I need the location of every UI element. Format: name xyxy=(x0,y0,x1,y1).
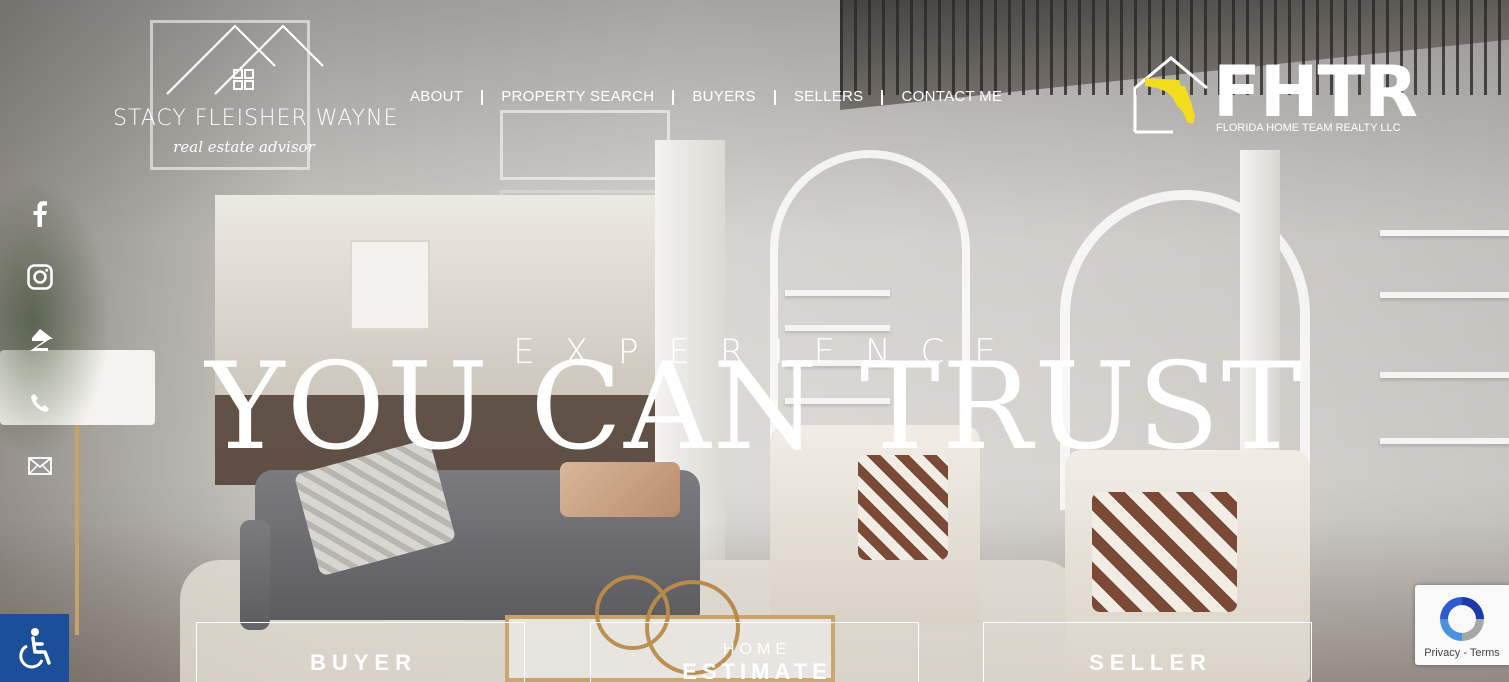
nav-contact-me[interactable]: CONTACT ME xyxy=(883,86,1020,108)
wheelchair-icon xyxy=(18,628,51,669)
buyer-button-label: BUYER xyxy=(309,650,417,675)
hero-headline: YOU CAN TRUST xyxy=(205,338,1304,477)
recaptcha-privacy-link[interactable]: Privacy xyxy=(1424,647,1460,659)
nav-property-search[interactable]: PROPERTY SEARCH xyxy=(483,86,672,108)
buyer-button[interactable]: BUYER xyxy=(196,622,525,682)
accessibility-button[interactable] xyxy=(0,614,69,682)
brand-logo[interactable]: STACY FLEISHER WAYNE real estate advisor xyxy=(113,22,399,167)
instagram-icon[interactable] xyxy=(22,259,58,295)
partner-wordmark: FHTR xyxy=(1213,51,1418,133)
brand-subtitle: real estate advisor xyxy=(173,138,315,156)
recaptcha-separator: - xyxy=(1460,647,1470,659)
seller-button[interactable]: SELLER xyxy=(983,622,1312,682)
home-estimate-small-label: HOME xyxy=(723,641,791,658)
nav-about[interactable]: ABOUT xyxy=(392,86,481,108)
florida-house-icon xyxy=(1133,56,1208,134)
seller-button-label: SELLER xyxy=(1089,650,1212,675)
partner-logo[interactable]: FHTR FLORIDA HOME TEAM REALTY LLC xyxy=(1133,56,1418,136)
home-estimate-button[interactable]: HOME ESTIMATE xyxy=(590,622,919,682)
brand-name: STACY FLEISHER WAYNE xyxy=(113,106,399,131)
recaptcha-badge[interactable]: Privacy - Terms xyxy=(1415,585,1509,665)
recaptcha-links: Privacy - Terms xyxy=(1415,647,1509,659)
house-logo-icon xyxy=(166,24,324,95)
nav-sellers[interactable]: SELLERS xyxy=(776,86,882,108)
main-nav: ABOUT PROPERTY SEARCH BUYERS SELLERS CON… xyxy=(392,86,1020,108)
partner-tagline: FLORIDA HOME TEAM REALTY LLC xyxy=(1216,122,1401,134)
recaptcha-terms-link[interactable]: Terms xyxy=(1470,647,1500,659)
nav-buyers[interactable]: BUYERS xyxy=(674,86,774,108)
home-estimate-label: ESTIMATE xyxy=(682,659,832,682)
facebook-icon[interactable] xyxy=(22,196,58,232)
recaptcha-icon xyxy=(1440,597,1484,641)
